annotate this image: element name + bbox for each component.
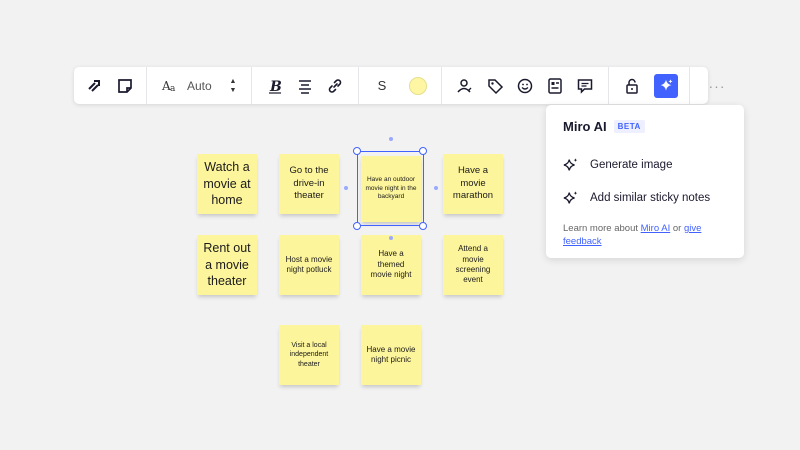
sticky-note[interactable]: Host a movie night potluck	[279, 235, 339, 295]
sticky-note[interactable]: Have a movie marathon	[443, 154, 503, 214]
chevron-down-icon[interactable]: ▼	[230, 87, 237, 94]
miro-ai-link[interactable]: Miro AI	[641, 223, 671, 234]
font-family-icon[interactable]: Aa	[159, 71, 181, 101]
ai-panel-header: Miro AI BETA	[563, 119, 727, 134]
card-icon[interactable]	[540, 71, 570, 101]
connector-dot-top[interactable]	[389, 137, 393, 141]
ai-button[interactable]	[651, 71, 681, 101]
chevron-up-icon[interactable]: ▲	[230, 78, 237, 85]
sticky-size-label: S	[377, 78, 387, 93]
font-size-value[interactable]: Auto	[187, 79, 221, 93]
color-picker-button[interactable]	[407, 71, 429, 101]
toolbar-group-lock-ai	[609, 67, 690, 104]
ai-panel-footer: Learn more about Miro AI or give feedbac…	[563, 222, 727, 249]
toolbar-group-more: ···	[690, 67, 744, 104]
font-size-stepper[interactable]: ▲ ▼	[227, 78, 239, 94]
miro-ai-panel: Miro AI BETA Generate image Add similar …	[546, 105, 744, 258]
resize-handle-top-right[interactable]	[419, 147, 427, 155]
color-swatch	[409, 76, 427, 95]
bold-icon[interactable]: B	[260, 71, 290, 101]
toolbar-group-shape	[74, 67, 147, 104]
toolbar-group-text: B	[252, 67, 359, 104]
more-options-icon[interactable]: ···	[702, 71, 732, 101]
lock-icon[interactable]	[617, 71, 647, 101]
connector-dot-left[interactable]	[344, 186, 348, 190]
switch-type-icon[interactable]	[80, 71, 110, 101]
sticky-note[interactable]: Rent out a movie theater	[197, 235, 257, 295]
connector-dot-bottom[interactable]	[389, 236, 393, 240]
sticky-note[interactable]: Go to the drive-in theater	[279, 154, 339, 214]
toolbar-group-meta	[442, 67, 609, 104]
add-similar-notes-item[interactable]: Add similar sticky notes	[563, 181, 727, 214]
assign-user-icon[interactable]	[450, 71, 480, 101]
add-similar-notes-label: Add similar sticky notes	[590, 191, 711, 204]
footer-text: Learn more about	[563, 223, 641, 234]
sticky-note-icon[interactable]	[110, 71, 140, 101]
footer-or: or	[670, 223, 684, 234]
toolbar-group-style: S	[359, 67, 442, 104]
comment-icon[interactable]	[570, 71, 600, 101]
resize-handle-top-left[interactable]	[353, 147, 361, 155]
connector-dot-right[interactable]	[434, 186, 438, 190]
context-toolbar: Aa Auto ▲ ▼ B S ···	[74, 67, 725, 104]
resize-handle-bottom-left[interactable]	[353, 222, 361, 230]
sticky-note[interactable]: Have a movie night picnic	[361, 325, 421, 385]
svg-text:a: a	[170, 84, 176, 94]
resize-handle-bottom-right[interactable]	[419, 222, 427, 230]
emoji-icon[interactable]	[510, 71, 540, 101]
sticky-note[interactable]: Watch a movie at home	[197, 154, 257, 214]
sticky-note[interactable]: Have a themed movie night	[361, 235, 421, 295]
sticky-note[interactable]: Attend a movie screening event	[443, 235, 503, 295]
ai-panel-title: Miro AI	[563, 119, 607, 134]
align-center-icon[interactable]	[290, 71, 320, 101]
sticky-note-selected[interactable]: Have an outdoor movie night in the backy…	[361, 156, 421, 222]
sticky-note[interactable]: Visit a local independent theater	[279, 325, 339, 385]
sticky-size-button[interactable]: S	[371, 71, 393, 101]
more-label: ···	[708, 77, 726, 94]
link-icon[interactable]	[320, 71, 350, 101]
sparkle-icon	[563, 190, 578, 203]
generate-image-item[interactable]: Generate image	[563, 148, 727, 181]
generate-image-label: Generate image	[590, 158, 673, 171]
sparkle-icon	[563, 157, 578, 170]
toolbar-group-font: Aa Auto ▲ ▼	[147, 67, 252, 104]
tag-icon[interactable]	[480, 71, 510, 101]
beta-badge: BETA	[613, 120, 645, 133]
sparkle-icon	[654, 73, 678, 98]
